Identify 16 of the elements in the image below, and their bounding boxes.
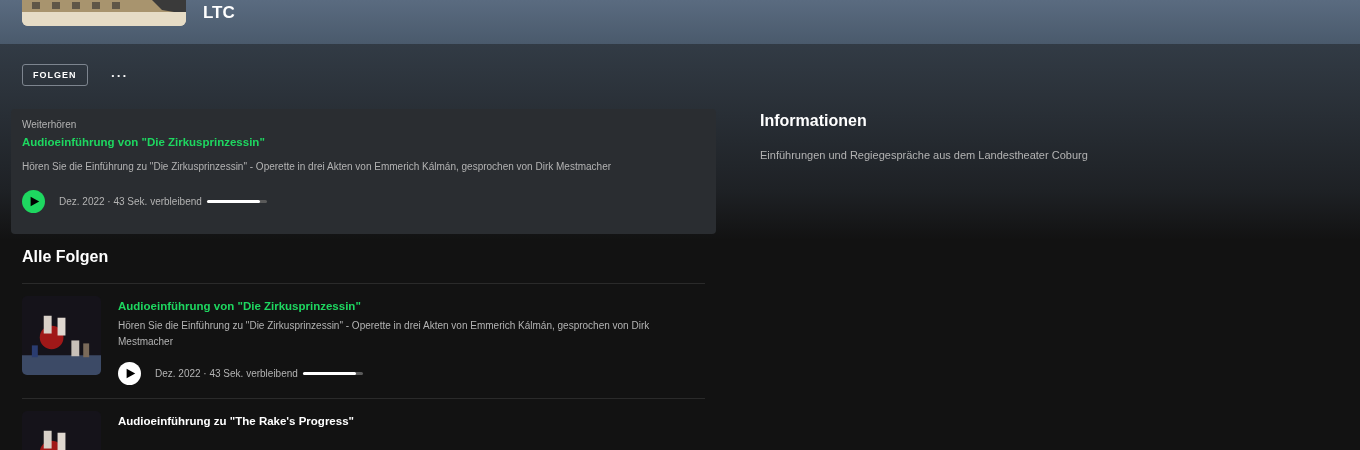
show-title: LTC	[203, 3, 235, 23]
episode-meta: Dez. 2022 · 43 Sek. verbleibend	[155, 368, 298, 379]
more-button[interactable]: •••	[111, 70, 129, 80]
info-heading: Informationen	[760, 112, 868, 130]
play-icon[interactable]	[118, 362, 141, 385]
episode-title[interactable]: Audioeinführung von "Die Zirkusprinzessin"	[118, 300, 705, 312]
episode-meta: Dez. 2022 · 43 Sek. verbleibend	[59, 196, 202, 207]
episode-description: Hören Sie die Einführung zu "Die Zirkusprinzessin" - Operette in drei Akten von Emmerich Kálmán, gesprochen von Dirk Mestmacher	[22, 160, 613, 174]
play-icon[interactable]	[22, 190, 45, 213]
section-heading: Alle Folgen	[22, 248, 110, 266]
section-label: Weiterhören	[22, 119, 78, 130]
episode-description: Hören Sie die Einführung zu "Die Zirkusprinzessin" - Operette in drei Akten von Emmerich Kálmán, gesprochen von Dirk Mestmacher	[118, 319, 651, 349]
follow-button[interactable]: FOLGEN	[22, 64, 88, 86]
episode-title[interactable]: Audioeinführung zu "The Rake's Progress"	[118, 415, 705, 427]
info-text: Einführungen und Regiegespräche aus dem Landestheater Coburg	[760, 149, 1088, 161]
episode-title[interactable]: Audioeinführung von "Die Zirkusprinzessin"	[22, 136, 265, 148]
